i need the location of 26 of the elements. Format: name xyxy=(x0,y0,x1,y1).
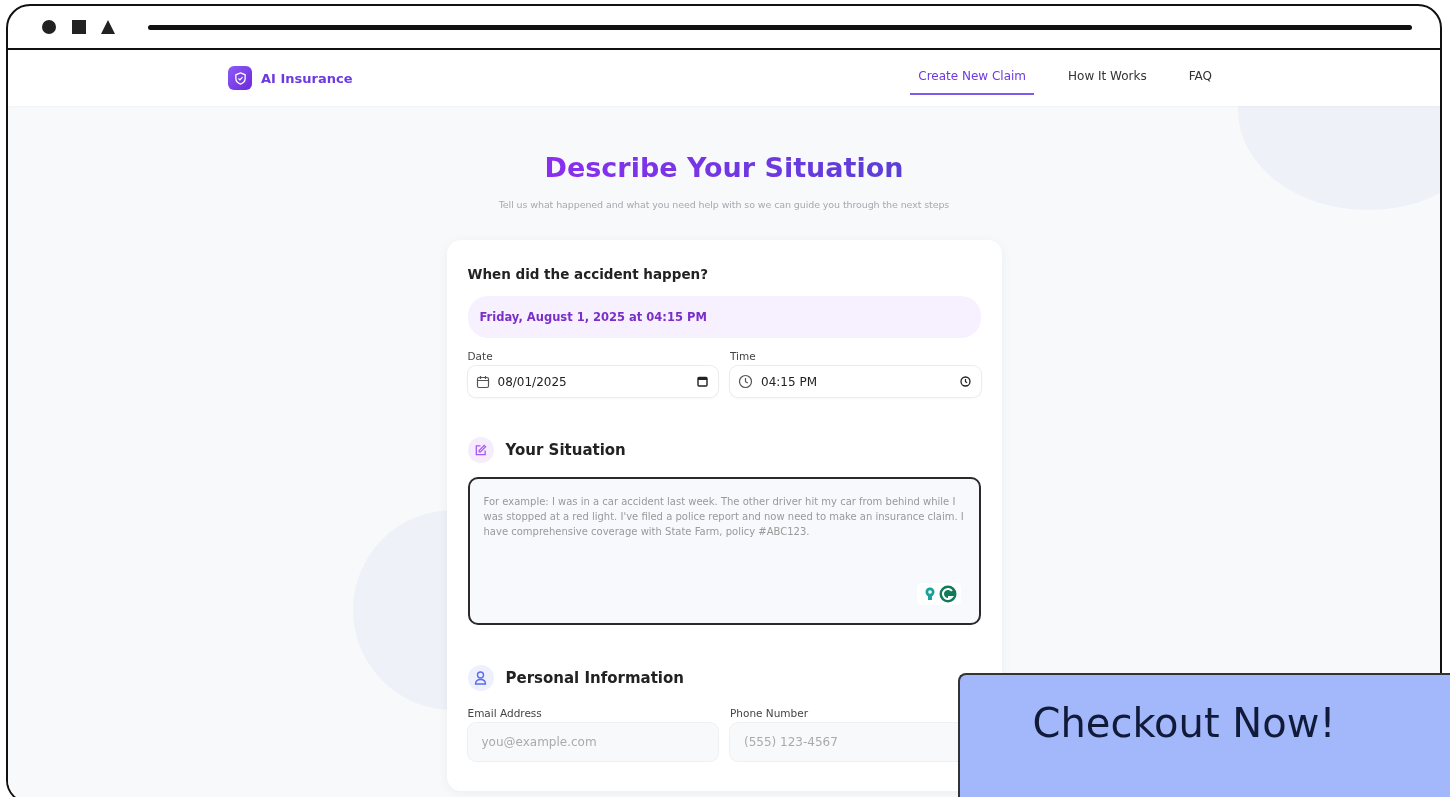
question-label: When did the accident happen? xyxy=(467,266,709,282)
field-label: Date xyxy=(467,350,494,362)
date-field[interactable]: 08/01/2025 xyxy=(467,366,718,397)
brand-name: AI Insurance xyxy=(261,70,353,86)
text-input-field[interactable]: you@example.com xyxy=(467,723,718,761)
writing-assistant-icon[interactable] xyxy=(916,583,961,605)
nav-link[interactable]: Create New Claim xyxy=(910,61,1035,95)
window-controls-icon xyxy=(42,19,116,35)
section-title: Your Situation xyxy=(505,441,626,459)
clock-picker-icon[interactable] xyxy=(959,376,971,387)
time-field[interactable]: 04:15 PM xyxy=(730,366,981,397)
date-time-summary: Friday, August 1, 2025 at 04:15 PM xyxy=(467,296,981,338)
clock-icon xyxy=(738,374,753,389)
checkout-toast[interactable]: Checkout Now! xyxy=(958,673,1450,797)
calendar-icon xyxy=(475,374,490,389)
nav-link[interactable]: FAQ xyxy=(1180,61,1220,95)
field-label: Email Address xyxy=(467,707,543,719)
section-title: Personal Information xyxy=(505,669,684,687)
calendar-picker-icon[interactable] xyxy=(697,376,708,387)
edit-icon xyxy=(467,437,494,463)
field-label: Phone Number xyxy=(730,707,810,719)
shield-logo-icon xyxy=(228,66,252,90)
field-label: Time xyxy=(730,350,757,362)
nav-link[interactable]: How It Works xyxy=(1060,61,1155,95)
page-subtitle: Tell us what happened and what you need help with so we can guide you through the next steps xyxy=(498,199,950,210)
person-icon xyxy=(467,665,494,691)
